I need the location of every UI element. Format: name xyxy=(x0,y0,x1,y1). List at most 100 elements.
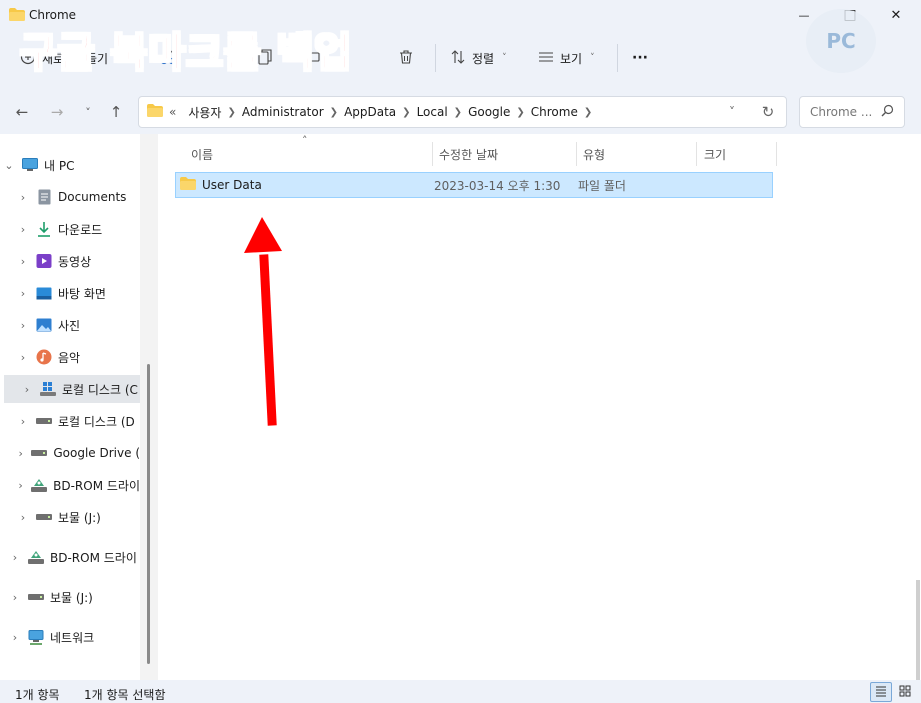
chevron-right-icon[interactable]: › xyxy=(16,479,25,492)
toolbar-separator xyxy=(435,44,436,72)
file-modified: 2023-03-14 오후 1:30 xyxy=(434,178,561,193)
chevron-right-icon[interactable]: › xyxy=(8,551,22,564)
sidebar-item-downloads[interactable]: › 다운로드 xyxy=(0,215,140,243)
sidebar-item-label: BD-ROM 드라이 xyxy=(53,478,140,493)
details-view-button[interactable] xyxy=(870,682,892,702)
sidebar-item-music[interactable]: › 음악 xyxy=(0,343,140,371)
chevron-down-icon: ˅ xyxy=(502,53,507,63)
column-divider[interactable] xyxy=(432,142,433,166)
network-icon xyxy=(28,629,44,645)
sidebar-item-label: 네트워크 xyxy=(50,630,95,645)
sidebar-item-bd-rom-root[interactable]: › BD-ROM 드라이 xyxy=(0,543,140,571)
refresh-button[interactable]: ↻ xyxy=(750,103,786,121)
more-button[interactable]: ··· xyxy=(632,46,648,70)
column-divider[interactable] xyxy=(576,142,577,166)
toolbar-separator xyxy=(617,44,618,72)
delete-button[interactable] xyxy=(398,46,414,70)
sidebar-item-documents[interactable]: › Documents xyxy=(0,183,140,211)
logo-text: PC xyxy=(826,29,856,53)
chevron-down-icon: ˅ xyxy=(590,53,595,63)
sidebar-item-local-disk-d[interactable]: › 로컬 디스크 (D xyxy=(0,407,140,435)
breadcrumb-item[interactable]: Local xyxy=(417,105,448,119)
breadcrumb-item[interactable]: Chrome xyxy=(531,105,578,119)
sidebar-item-treasure-drive[interactable]: › 보물 (J:) xyxy=(0,503,140,531)
breadcrumb-item[interactable]: Administrator xyxy=(242,105,324,119)
drive-icon xyxy=(31,445,48,461)
breadcrumb-overflow[interactable]: « xyxy=(169,105,176,119)
arrow-right-icon: → xyxy=(50,103,64,121)
breadcrumb-item[interactable]: 사용자 xyxy=(188,104,221,121)
sidebar-item-videos[interactable]: › 동영상 xyxy=(0,247,140,275)
search-input[interactable]: Chrome ... xyxy=(810,105,872,119)
item-count: 1개 항목 xyxy=(15,688,60,702)
sidebar-item-treasure-root[interactable]: › 보물 (J:) xyxy=(0,583,140,611)
chevron-right-icon[interactable]: › xyxy=(16,351,30,364)
arrow-up-icon: ↑ xyxy=(109,103,123,121)
sidebar-item-label: 바탕 화면 xyxy=(58,286,106,301)
forward-button[interactable]: → xyxy=(45,100,69,124)
overlay-caption: 구글 북마크를 백업 xyxy=(19,29,353,77)
sidebar-item-google-drive[interactable]: › Google Drive ( xyxy=(0,439,140,467)
tiles-view-button[interactable] xyxy=(894,682,916,702)
view-button[interactable]: 보기 ˅ xyxy=(538,46,595,70)
chevron-right-icon[interactable]: › xyxy=(16,191,30,204)
chevron-down-icon[interactable]: ⌄ xyxy=(2,159,16,172)
chevron-right-icon[interactable]: › xyxy=(16,511,30,524)
address-dropdown-button[interactable]: ˅ xyxy=(714,105,750,119)
sidebar-item-bd-rom[interactable]: › BD-ROM 드라이 xyxy=(0,471,140,499)
desktop-icon xyxy=(36,285,52,301)
sidebar-item-this-pc[interactable]: ⌄ 내 PC xyxy=(0,151,140,179)
view-button-label: 보기 xyxy=(560,51,583,66)
column-header-type[interactable]: 유형 xyxy=(583,142,605,166)
chevron-right-icon[interactable]: › xyxy=(16,287,30,300)
computer-icon xyxy=(22,157,38,173)
window-scrollbar[interactable] xyxy=(916,580,920,680)
download-icon xyxy=(36,221,52,237)
sidebar-item-pictures[interactable]: › 사진 xyxy=(0,311,140,339)
recent-locations-button[interactable]: ˅ xyxy=(76,100,100,124)
folder-icon xyxy=(180,177,196,193)
search-box[interactable]: Chrome ... xyxy=(799,96,905,128)
sidebar-item-label: 내 PC xyxy=(44,158,75,173)
sidebar-scrollbar[interactable] xyxy=(147,364,150,664)
sidebar-item-local-disk-c[interactable]: › 로컬 디스크 (C xyxy=(4,375,140,403)
sidebar-item-label: 로컬 디스크 (D xyxy=(58,414,135,429)
view-icon xyxy=(538,49,554,68)
breadcrumb-item[interactable]: Google xyxy=(468,105,510,119)
column-divider[interactable] xyxy=(696,142,697,166)
logo: PC xyxy=(806,9,876,73)
chevron-right-icon[interactable]: › xyxy=(8,631,22,644)
sidebar-item-label: Documents xyxy=(58,190,127,204)
file-row[interactable]: User Data 2023-03-14 오후 1:30 파일 폴더 xyxy=(175,172,773,198)
details-view-icon xyxy=(875,685,887,700)
sidebar-item-network[interactable]: › 네트워크 xyxy=(0,623,140,651)
chevron-right-icon[interactable]: › xyxy=(16,319,30,332)
chevron-right-icon: ❯ xyxy=(402,106,411,118)
sidebar-item-desktop[interactable]: › 바탕 화면 xyxy=(0,279,140,307)
up-button[interactable]: ↑ xyxy=(104,100,128,124)
chevron-right-icon[interactable]: › xyxy=(20,383,34,396)
address-bar[interactable]: « 사용자 ❯ Administrator ❯ AppData ❯ Local … xyxy=(138,96,787,128)
more-icon: ··· xyxy=(632,50,648,66)
breadcrumb-item[interactable]: AppData xyxy=(344,105,396,119)
navigation-bar: ← → ˅ ↑ « 사용자 ❯ Administrator ❯ AppData … xyxy=(0,88,921,134)
sidebar-item-label: BD-ROM 드라이 xyxy=(50,550,137,565)
chevron-right-icon[interactable]: › xyxy=(16,223,30,236)
chevron-right-icon[interactable]: › xyxy=(16,255,30,268)
column-header-size[interactable]: 크기 xyxy=(704,142,726,166)
chevron-right-icon[interactable]: › xyxy=(16,415,30,428)
sort-button[interactable]: 정렬 ˅ xyxy=(450,46,507,70)
minimize-icon: — xyxy=(798,8,810,22)
arrow-left-icon: ← xyxy=(15,103,29,121)
close-button[interactable]: ✕ xyxy=(873,0,919,30)
chevron-right-icon[interactable]: › xyxy=(16,447,25,460)
trash-icon xyxy=(398,49,414,68)
column-divider[interactable] xyxy=(776,142,777,166)
column-header-name[interactable]: 이름 xyxy=(191,142,213,166)
column-header-date[interactable]: 수정한 날짜 xyxy=(439,142,498,166)
sort-button-label: 정렬 xyxy=(472,51,495,66)
chevron-right-icon: ❯ xyxy=(227,106,236,118)
chevron-right-icon[interactable]: › xyxy=(8,591,22,604)
drive-icon xyxy=(36,509,52,525)
back-button[interactable]: ← xyxy=(10,100,34,124)
